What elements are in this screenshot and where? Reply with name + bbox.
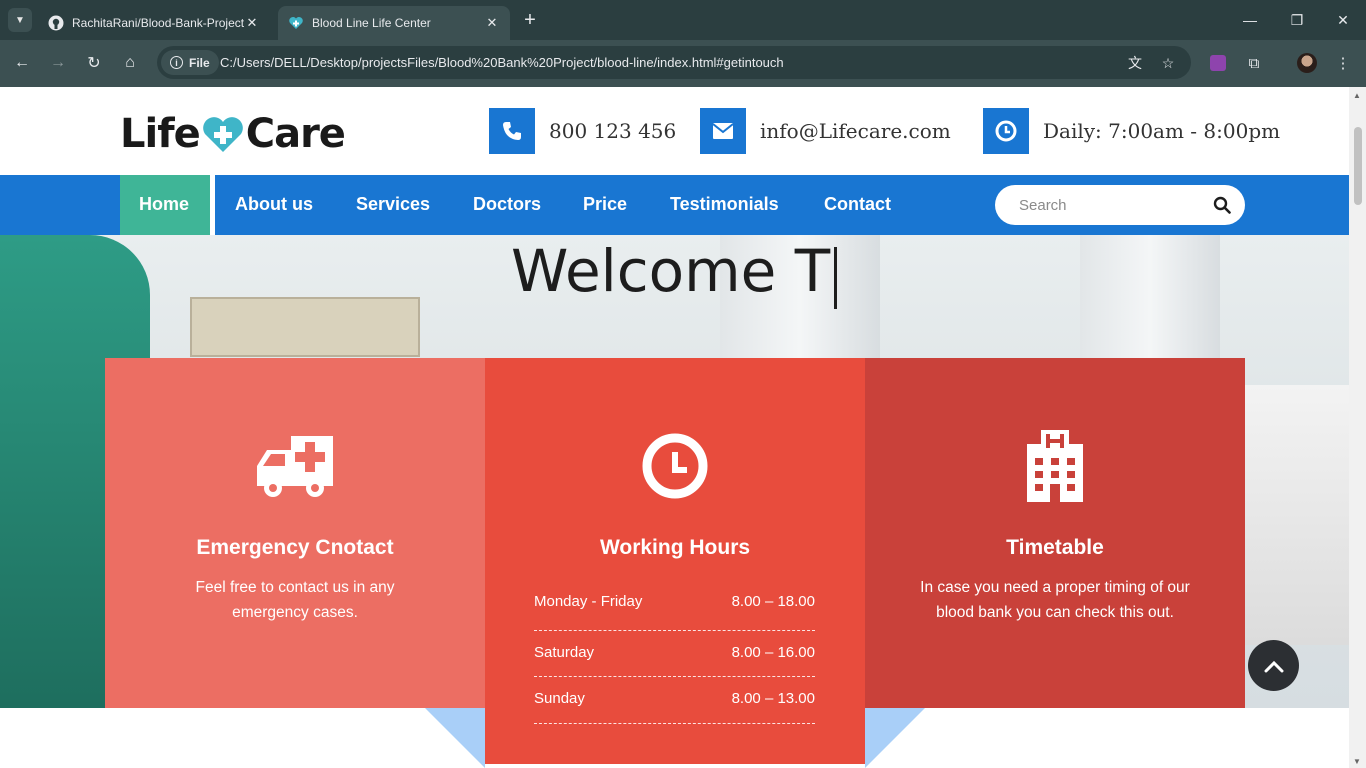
- site-favicon: [289, 17, 303, 29]
- translate-icon[interactable]: 文: [1126, 54, 1144, 72]
- search-input[interactable]: Search: [995, 185, 1245, 225]
- browser-menu-icon[interactable]: ⋮: [1332, 52, 1354, 74]
- logo-text-left: Life: [120, 111, 201, 157]
- nav-home[interactable]: Home: [139, 194, 189, 215]
- site-info-label: File: [189, 55, 210, 70]
- header-hours: Daily: 7:00am - 8:00pm: [983, 108, 1280, 154]
- hours-row: Monday - Friday 8.00 – 18.00: [534, 584, 815, 631]
- chevron-up-icon: [1264, 660, 1283, 672]
- opening-hours: Daily: 7:00am - 8:00pm: [1043, 119, 1281, 143]
- email-address[interactable]: info@Lifecare.com: [760, 119, 951, 143]
- site-info-chip[interactable]: i File: [161, 50, 219, 75]
- hospital-building-icon: [1027, 430, 1083, 502]
- envelope-icon: [700, 108, 746, 154]
- phone-number[interactable]: 800 123 456: [549, 119, 676, 143]
- hero-headline: Welcome T: [511, 237, 831, 305]
- nav-services[interactable]: Services: [356, 194, 430, 215]
- back-to-top-button[interactable]: [1248, 640, 1299, 691]
- emergency-card-text: Feel free to contact us in any emergency…: [195, 579, 395, 621]
- address-bar[interactable]: i File C:/Users/DELL/Desktop/projectsFil…: [157, 46, 1191, 79]
- tab-search-button[interactable]: ▼: [8, 8, 32, 32]
- emergency-card: Emergency Cnotact Feel free to contact u…: [105, 358, 485, 708]
- search-icon[interactable]: [1213, 196, 1231, 214]
- scroll-up-arrow-icon[interactable]: ▲: [1353, 91, 1361, 100]
- url-text[interactable]: C:/Users/DELL/Desktop/projectsFiles/Bloo…: [220, 55, 784, 70]
- reload-button[interactable]: ↻: [83, 52, 105, 74]
- phone-icon: [489, 108, 535, 154]
- extensions-puzzle-icon[interactable]: ⧉: [1243, 52, 1265, 74]
- header-phone: 800 123 456: [489, 108, 676, 154]
- ambulance-icon: [257, 436, 333, 497]
- working-hours-card: Working Hours Monday - Friday 8.00 – 18.…: [485, 358, 865, 764]
- nav-doctors[interactable]: Doctors: [473, 194, 541, 215]
- hours-day: Sunday: [534, 690, 585, 708]
- scroll-down-arrow-icon[interactable]: ▼: [1353, 757, 1361, 766]
- tab-title: Blood Line Life Center: [312, 16, 431, 30]
- nav-contact[interactable]: Contact: [824, 194, 891, 215]
- profile-avatar[interactable]: [1296, 52, 1318, 74]
- bookmark-star-icon[interactable]: ☆: [1159, 54, 1177, 72]
- decor-triangle-right: [865, 708, 925, 768]
- nav-price[interactable]: Price: [583, 194, 627, 215]
- search-placeholder: Search: [1019, 197, 1067, 214]
- home-button[interactable]: ⌂: [119, 52, 141, 74]
- logo-text-right: Care: [245, 111, 346, 157]
- hero-cabinet: [190, 297, 420, 357]
- page-viewport: Life Care 800 123 456 info@Lifecare.com: [0, 87, 1349, 768]
- back-button[interactable]: ←: [11, 52, 33, 74]
- info-icon: i: [170, 56, 183, 69]
- working-hours-title: Working Hours: [599, 536, 751, 559]
- tab-blood-line[interactable]: Blood Line Life Center ✕: [278, 6, 510, 40]
- hours-time: 8.00 – 18.00: [731, 593, 815, 611]
- forward-button[interactable]: →: [47, 52, 69, 74]
- extension-icon[interactable]: [1207, 52, 1229, 74]
- timetable-text: In case you need a proper timing of our …: [920, 579, 1190, 621]
- scrollbar-thumb[interactable]: [1354, 127, 1362, 205]
- hours-table: Monday - Friday 8.00 – 18.00 Saturday 8.…: [534, 584, 815, 724]
- nav-about-us[interactable]: About us: [235, 194, 313, 215]
- page-scrollbar[interactable]: ▲ ▼: [1349, 87, 1366, 768]
- timetable-title: Timetable: [1006, 536, 1104, 559]
- github-icon: [48, 15, 64, 31]
- hours-row: Saturday 8.00 – 16.00: [534, 631, 815, 677]
- hours-row: Sunday 8.00 – 13.00: [534, 677, 815, 724]
- timetable-card: Timetable In case you need a proper timi…: [865, 358, 1245, 708]
- site-logo[interactable]: Life Care: [120, 109, 346, 159]
- restore-button[interactable]: ❐: [1285, 8, 1309, 32]
- hours-time: 8.00 – 16.00: [731, 643, 815, 661]
- close-icon[interactable]: ✕: [484, 15, 500, 31]
- close-icon[interactable]: ✕: [244, 15, 260, 31]
- browser-tab-bar: ▼ RachitaRani/Blood-Bank-Project ✕ Blood…: [0, 0, 1366, 40]
- hours-time: 8.00 – 13.00: [731, 690, 815, 708]
- clock-icon: [983, 108, 1029, 154]
- new-tab-button[interactable]: +: [518, 8, 542, 32]
- typing-cursor: [834, 247, 837, 309]
- main-navbar: Home About us Services Doctors Price Tes…: [0, 175, 1349, 239]
- minimize-button[interactable]: —: [1238, 8, 1262, 32]
- tab-title: RachitaRani/Blood-Bank-Project: [72, 16, 244, 30]
- close-window-button[interactable]: ✕: [1331, 8, 1355, 32]
- browser-toolbar: ← → ↻ ⌂ i File C:/Users/DELL/Desktop/pro…: [0, 40, 1366, 87]
- nav-testimonials[interactable]: Testimonials: [670, 194, 779, 215]
- emergency-card-title: Emergency Cnotact: [196, 536, 394, 559]
- decor-triangle-left: [425, 708, 485, 768]
- hours-day: Saturday: [534, 643, 595, 661]
- hours-day: Monday - Friday: [534, 593, 643, 611]
- clock-icon: [642, 433, 708, 499]
- heart-cross-logo-icon: [202, 117, 243, 152]
- tab-github[interactable]: RachitaRani/Blood-Bank-Project ✕: [38, 6, 270, 40]
- hero-bed: [1245, 385, 1349, 645]
- header-email: info@Lifecare.com: [700, 108, 951, 154]
